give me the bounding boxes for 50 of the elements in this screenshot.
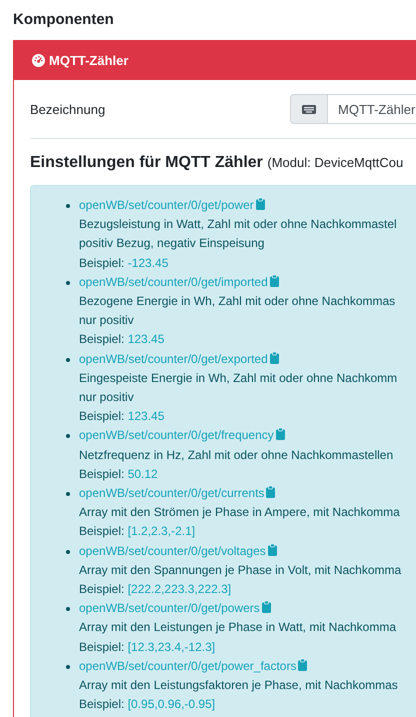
topic-description: Netzfrequenz in Hz, Zahl mit oder ohne Nachkommastellen	[79, 446, 394, 464]
example-line: Beispiel: -123.45	[79, 254, 170, 272]
example-line: Beispiel: 123.45	[79, 331, 166, 348]
topic-link[interactable]: openWB/set/counter/0/get/currents	[79, 486, 264, 500]
topic-link[interactable]: openWB/set/counter/0/get/imported	[79, 274, 268, 289]
gauge-icon	[32, 54, 45, 67]
clipboard-icon[interactable]	[298, 658, 308, 671]
bullet-icon	[66, 358, 70, 362]
card-title: MQTT-Zähler	[49, 53, 128, 68]
topic-description: Array mit den Leistungsfaktoren je Phase, mit Nachkommas	[79, 677, 399, 694]
topic-description: Eingespeiste Energie in Wh, Zahl mit oder ohne Nachkomm	[79, 370, 398, 387]
topic-description: Array mit den Strömen je Phase in Ampere, mit Nachkomma	[79, 504, 401, 522]
bullet-icon	[66, 550, 70, 554]
example-line: Beispiel: [12.3,23.4,-12.3]	[79, 638, 216, 656]
topic-description: nur positiv	[79, 389, 135, 406]
bullet-icon	[66, 664, 70, 669]
clipboard-icon[interactable]	[268, 544, 277, 556]
name-input[interactable]: MQTT-Zähler	[328, 94, 416, 124]
bullet-icon	[66, 607, 70, 612]
topic-link[interactable]: openWB/set/counter/0/get/power_factors	[79, 658, 296, 673]
topic-description: Bezugsleistung in Watt, Zahl mit oder ohne Nachkommastel	[79, 216, 398, 234]
clipboard-icon[interactable]	[256, 198, 265, 210]
clipboard-icon[interactable]	[276, 428, 285, 440]
topic-link[interactable]: openWB/set/counter/0/get/frequency	[79, 428, 274, 442]
bullet-icon	[66, 280, 70, 285]
keyboard-icon	[302, 104, 316, 114]
field-label: Bezeichnung	[30, 102, 106, 116]
topic-description: Array mit den Leistungen je Phase in Watt, mit Nachkomma	[79, 619, 398, 636]
clipboard-icon[interactable]	[270, 352, 279, 364]
topic-description: Bezogene Energie in Wh, Zahl mit oder ohne Nachkommas	[79, 293, 396, 310]
bullet-icon	[66, 492, 70, 496]
topic-description: positiv Bezug, negativ Einspeisung	[79, 235, 266, 252]
example-line: Beispiel: 50.12	[79, 466, 159, 483]
topic-description: Array mit den Spannungen je Phase in Volt, mit Nachkomma	[79, 562, 402, 579]
topic-description: nur positiv	[79, 312, 135, 330]
example-line: Beispiel: 123.45	[79, 408, 166, 426]
topic-link[interactable]: openWB/set/counter/0/get/voltages	[79, 544, 266, 558]
topic-link[interactable]: openWB/set/counter/0/get/exported	[79, 352, 268, 366]
page-title: Komponenten	[13, 10, 115, 30]
example-line: Beispiel: [0.95,0.96,-0.95]	[79, 696, 216, 714]
clipboard-icon[interactable]	[270, 274, 279, 287]
clipboard-icon[interactable]	[262, 601, 271, 614]
example-line: Beispiel: [222.2,223.3,222.3]	[79, 581, 232, 598]
topic-link[interactable]: openWB/set/counter/0/get/power	[79, 198, 254, 212]
bullet-icon	[66, 204, 70, 208]
topic-link[interactable]: openWB/set/counter/0/get/powers	[79, 601, 260, 616]
bullet-icon	[66, 434, 70, 438]
clipboard-icon[interactable]	[266, 486, 276, 498]
settings-heading: Einstellungen für MQTT Zähler (Modul: DeviceMqttCou	[30, 153, 404, 173]
example-line: Beispiel: [1.2,2.3,-2.1]	[79, 523, 196, 540]
